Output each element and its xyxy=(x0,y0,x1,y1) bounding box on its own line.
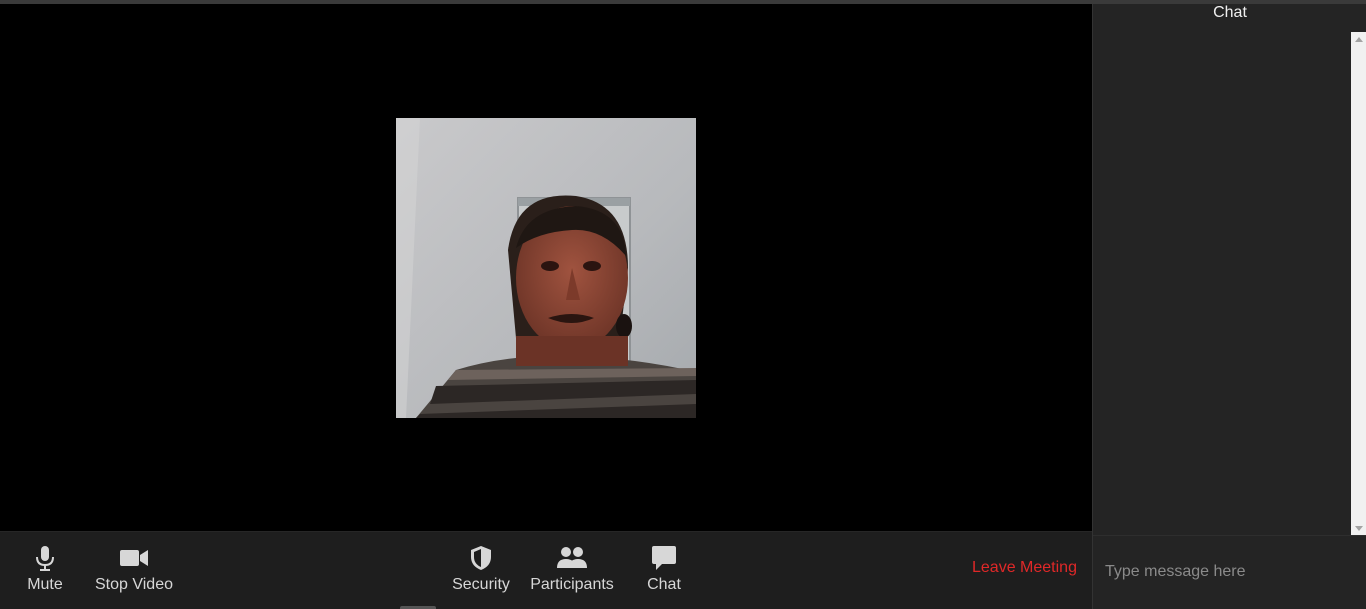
chat-label: Chat xyxy=(647,576,681,593)
chat-panel: Chat xyxy=(1092,4,1366,609)
stop-video-label: Stop Video xyxy=(95,576,173,593)
chat-scrollbar[interactable] xyxy=(1351,32,1366,536)
security-button[interactable]: Security xyxy=(448,532,514,609)
participant-video-frame xyxy=(396,118,696,418)
chat-button[interactable]: Chat xyxy=(640,532,688,609)
leave-meeting-button[interactable]: Leave Meeting xyxy=(972,559,1077,577)
security-label: Security xyxy=(452,576,510,593)
chat-bubble-icon xyxy=(651,543,677,573)
microphone-icon xyxy=(34,543,56,573)
scroll-up-icon[interactable] xyxy=(1355,37,1363,42)
participants-button[interactable]: Participants xyxy=(528,532,616,609)
video-stage xyxy=(0,4,1092,531)
video-camera-icon xyxy=(119,543,149,573)
stop-video-button[interactable]: Stop Video xyxy=(92,532,176,609)
participant-video[interactable] xyxy=(396,118,696,418)
mute-button[interactable]: Mute xyxy=(20,532,70,609)
mute-label: Mute xyxy=(27,576,63,593)
participants-icon xyxy=(556,543,588,573)
meeting-toolbar: Mute Stop Video Security Participants Ch… xyxy=(0,531,1092,609)
scroll-down-icon[interactable] xyxy=(1355,526,1363,531)
chat-message-input[interactable] xyxy=(1103,556,1347,588)
chat-title: Chat xyxy=(1213,4,1247,21)
participants-label: Participants xyxy=(530,576,614,593)
shield-icon xyxy=(470,543,492,573)
chat-input-area xyxy=(1093,535,1366,609)
